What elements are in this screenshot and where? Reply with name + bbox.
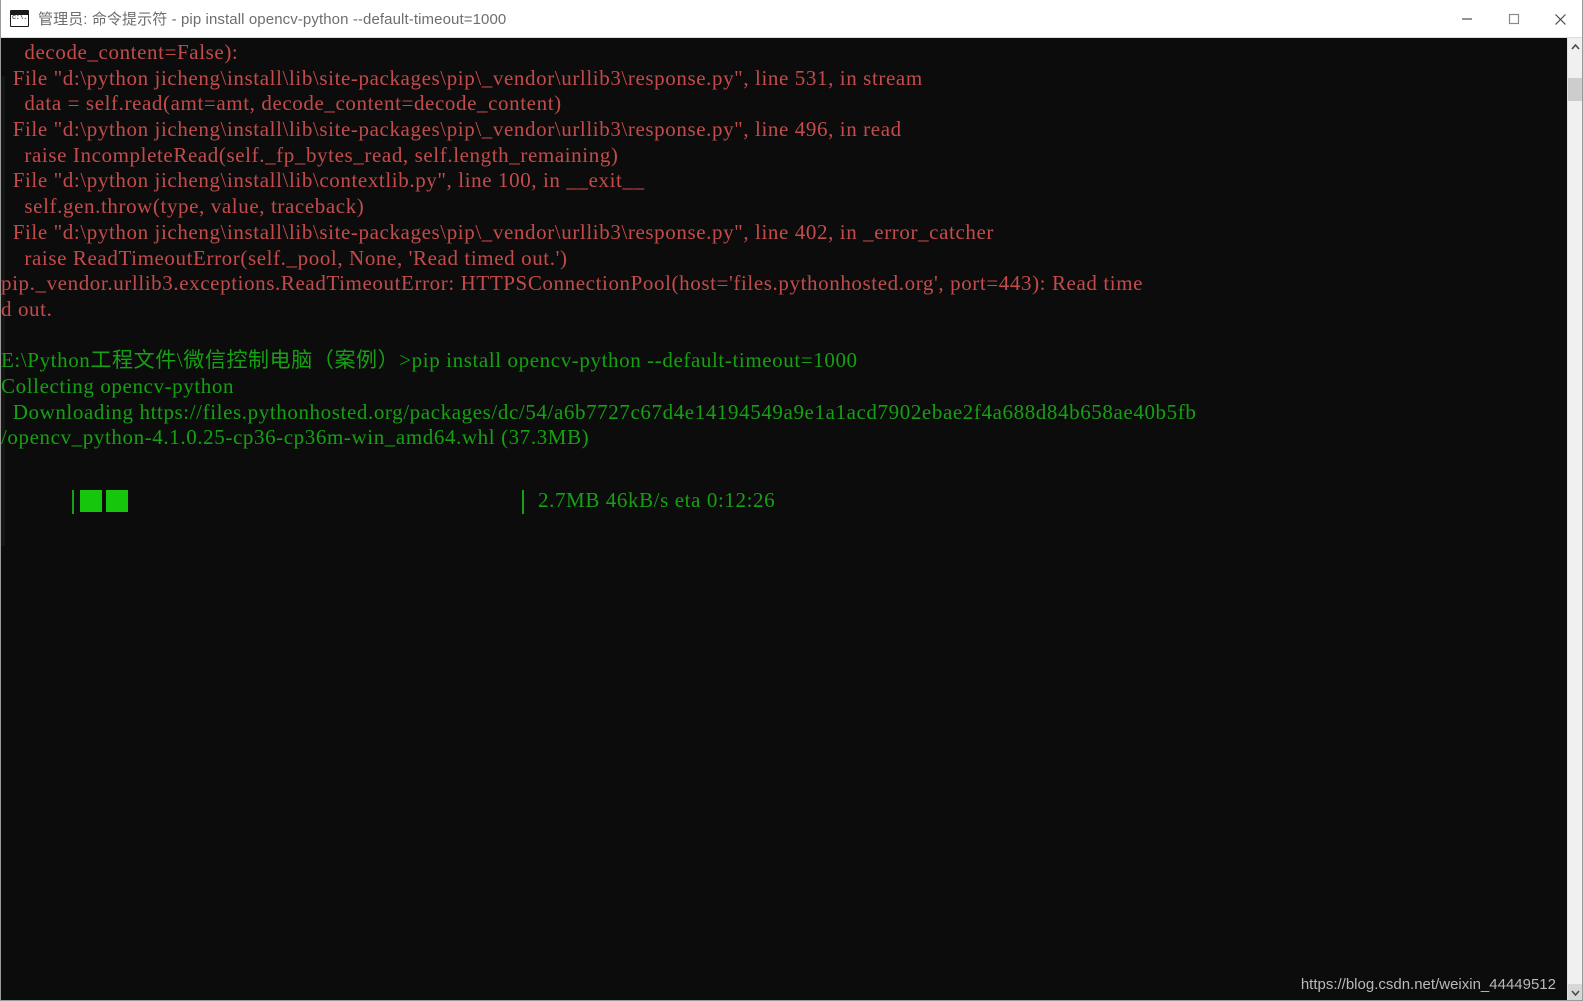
console-line: self.gen.throw(type, value, traceback) bbox=[1, 194, 365, 219]
console-line: E:\Python工程文件\微信控制电脑（案例）>pip install ope… bbox=[1, 348, 858, 373]
cmd-window: 管理员: 命令提示符 - pip install opencv-python -… bbox=[0, 0, 1583, 1001]
console-text: decode_content=False): File "d:\python j… bbox=[1, 40, 1569, 451]
progress-block bbox=[80, 490, 102, 512]
console-line: File "d:\python jicheng\install\lib\site… bbox=[1, 65, 923, 90]
maximize-icon bbox=[1508, 13, 1519, 25]
progress-block bbox=[106, 490, 128, 512]
console-line: raise ReadTimeoutError(self._pool, None,… bbox=[1, 245, 568, 270]
console-line: decode_content=False): bbox=[1, 40, 239, 64]
console-output-area[interactable]: decode_content=False): File "d:\python j… bbox=[1, 38, 1569, 1000]
console-line: raise IncompleteRead(self._fp_bytes_read… bbox=[1, 142, 619, 167]
scroll-down-button[interactable] bbox=[1568, 984, 1582, 1000]
chevron-down-icon bbox=[1571, 989, 1580, 996]
csdn-watermark: https://blog.csdn.net/weixin_44449512 bbox=[1300, 976, 1556, 993]
cmd-console-icon bbox=[10, 10, 29, 27]
console-line: Downloading https://files.pythonhosted.o… bbox=[1, 399, 1197, 424]
progress-right-marker bbox=[522, 490, 524, 514]
console-line: File "d:\python jicheng\install\lib\cont… bbox=[1, 168, 645, 193]
console-line: pip._vendor.urllib3.exceptions.ReadTimeo… bbox=[1, 271, 1144, 296]
chevron-up-icon bbox=[1571, 43, 1580, 50]
vertical-scrollbar[interactable] bbox=[1567, 38, 1582, 1000]
close-button[interactable] bbox=[1537, 0, 1582, 38]
scrollbar-thumb[interactable] bbox=[1568, 78, 1582, 101]
console-line: /opencv_python-4.1.0.25-cp36-cp36m-win_a… bbox=[1, 425, 590, 450]
close-icon bbox=[1555, 13, 1566, 25]
window-controls bbox=[1443, 0, 1582, 38]
progress-left-marker bbox=[72, 490, 74, 514]
minimize-icon bbox=[1461, 18, 1472, 20]
progress-stats: 2.7MB 46kB/s eta 0:12:26 bbox=[538, 488, 776, 512]
console-line: File "d:\python jicheng\install\lib\site… bbox=[1, 117, 902, 142]
scroll-up-button[interactable] bbox=[1568, 38, 1582, 55]
console-line: Collecting opencv-python bbox=[1, 373, 235, 398]
console-line: d out. bbox=[1, 296, 53, 321]
console-line: data = self.read(amt=amt, decode_content… bbox=[1, 91, 562, 116]
window-title: 管理员: 命令提示符 - pip install opencv-python -… bbox=[38, 11, 507, 28]
maximize-button[interactable] bbox=[1490, 0, 1537, 38]
title-bar[interactable]: 管理员: 命令提示符 - pip install opencv-python -… bbox=[1, 0, 1582, 38]
download-progress-bar bbox=[1, 488, 1569, 516]
console-line: File "d:\python jicheng\install\lib\site… bbox=[1, 219, 994, 244]
minimize-button[interactable] bbox=[1443, 0, 1490, 38]
